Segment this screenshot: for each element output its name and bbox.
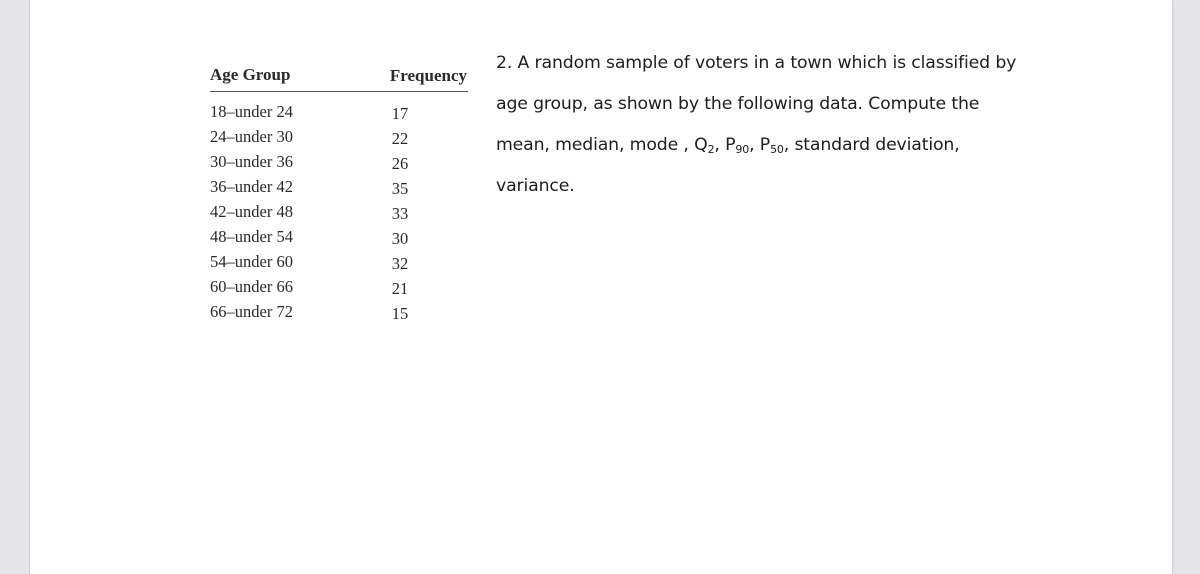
question-fragment: , P <box>714 135 736 155</box>
frequency-cell: 15 <box>391 304 409 323</box>
header-age-group: Age Group <box>210 65 291 84</box>
age-group-cell: 24–under 30 <box>210 127 293 146</box>
question-fragment: mean, median, mode , Q <box>496 135 708 155</box>
subscript-p50: 50 <box>770 143 784 156</box>
age-group-cell: 48–under 54 <box>210 227 293 246</box>
frequency-table: Age Group Frequency 18–under 24 17 24–un… <box>210 62 468 325</box>
frequency-cell: 17 <box>391 104 409 123</box>
document-page: Age Group Frequency 18–under 24 17 24–un… <box>30 0 1172 574</box>
table-body: 18–under 24 17 24–under 30 22 30–under 3… <box>210 92 468 325</box>
question-line: 2. A random sample of voters in a town w… <box>496 53 1017 73</box>
table-row: 54–under 60 32 <box>210 250 468 275</box>
table-row: 18–under 24 17 <box>210 100 468 125</box>
question-line: variance. <box>496 176 575 196</box>
frequency-cell: 35 <box>391 179 409 198</box>
header-frequency: Frequency <box>389 66 467 85</box>
age-group-cell: 42–under 48 <box>210 202 293 221</box>
age-group-cell: 60–under 66 <box>210 277 293 296</box>
question-line: age group, as shown by the following dat… <box>496 94 980 114</box>
table-row: 60–under 66 21 <box>210 275 468 300</box>
age-group-cell: 66–under 72 <box>210 302 293 321</box>
table-row: 36–under 42 35 <box>210 175 468 200</box>
frequency-cell: 32 <box>391 254 409 273</box>
question-text: 2. A random sample of voters in a town w… <box>496 49 1096 213</box>
age-group-cell: 30–under 36 <box>210 152 293 171</box>
table-row: 42–under 48 33 <box>210 200 468 225</box>
frequency-cell: 30 <box>391 229 409 248</box>
frequency-cell: 21 <box>391 279 409 298</box>
table-header: Age Group Frequency <box>210 62 468 92</box>
table-row: 30–under 36 26 <box>210 150 468 175</box>
question-line: mean, median, mode , Q2, P90, P50, stand… <box>496 131 1096 172</box>
frequency-cell: 22 <box>391 129 409 148</box>
table-row: 48–under 54 30 <box>210 225 468 250</box>
question-fragment: , standard deviation, <box>783 135 960 155</box>
age-group-cell: 36–under 42 <box>210 177 293 196</box>
table-row: 24–under 30 22 <box>210 125 468 150</box>
age-group-cell: 18–under 24 <box>210 102 293 121</box>
table-row: 66–under 72 15 <box>210 300 468 325</box>
subscript-p90: 90 <box>735 143 750 156</box>
frequency-cell: 26 <box>391 154 409 173</box>
age-group-cell: 54–under 60 <box>210 252 293 271</box>
frequency-cell: 33 <box>391 204 409 223</box>
question-fragment: , P <box>749 135 771 155</box>
